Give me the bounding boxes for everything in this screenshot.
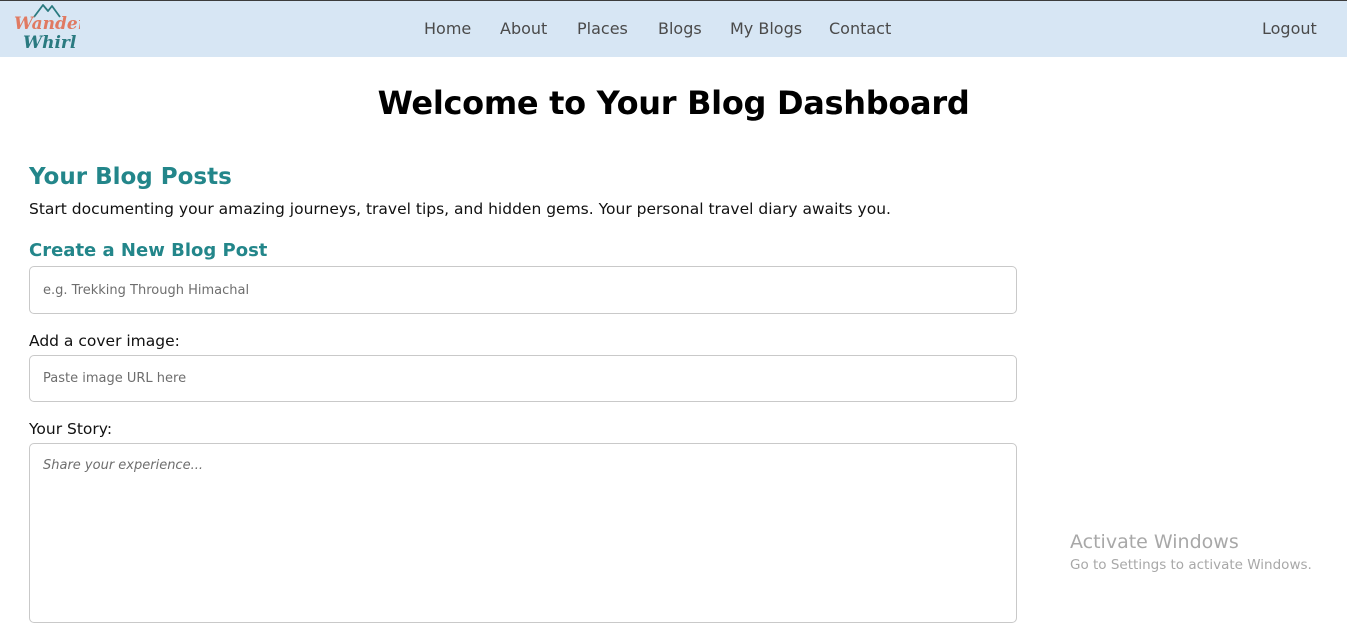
top-navbar: Wander Whirl Home About Places Blogs My … — [0, 0, 1347, 57]
nav-blogs[interactable]: Blogs — [658, 19, 702, 38]
story-textarea[interactable] — [29, 443, 1017, 623]
create-post-title: Create a New Blog Post — [29, 240, 268, 261]
cover-image-label: Add a cover image: — [29, 332, 180, 350]
section-title: Your Blog Posts — [29, 164, 232, 190]
nav-home[interactable]: Home — [424, 19, 471, 38]
blog-title-input[interactable] — [29, 266, 1017, 314]
logout-link[interactable]: Logout — [1262, 19, 1317, 38]
windows-activation-subtitle: Go to Settings to activate Windows. — [1070, 557, 1312, 573]
page-title: Welcome to Your Blog Dashboard — [377, 84, 970, 122]
nav-places[interactable]: Places — [577, 19, 628, 38]
story-label: Your Story: — [29, 420, 113, 438]
cover-image-url-input[interactable] — [29, 355, 1017, 402]
windows-activation-title: Activate Windows — [1070, 531, 1239, 553]
nav-about[interactable]: About — [500, 19, 547, 38]
nav-contact[interactable]: Contact — [829, 19, 891, 38]
nav-my-blogs[interactable]: My Blogs — [730, 19, 802, 38]
section-description: Start documenting your amazing journeys,… — [29, 200, 891, 218]
main-nav: Home About Places Blogs My Blogs Contact — [0, 19, 1347, 43]
